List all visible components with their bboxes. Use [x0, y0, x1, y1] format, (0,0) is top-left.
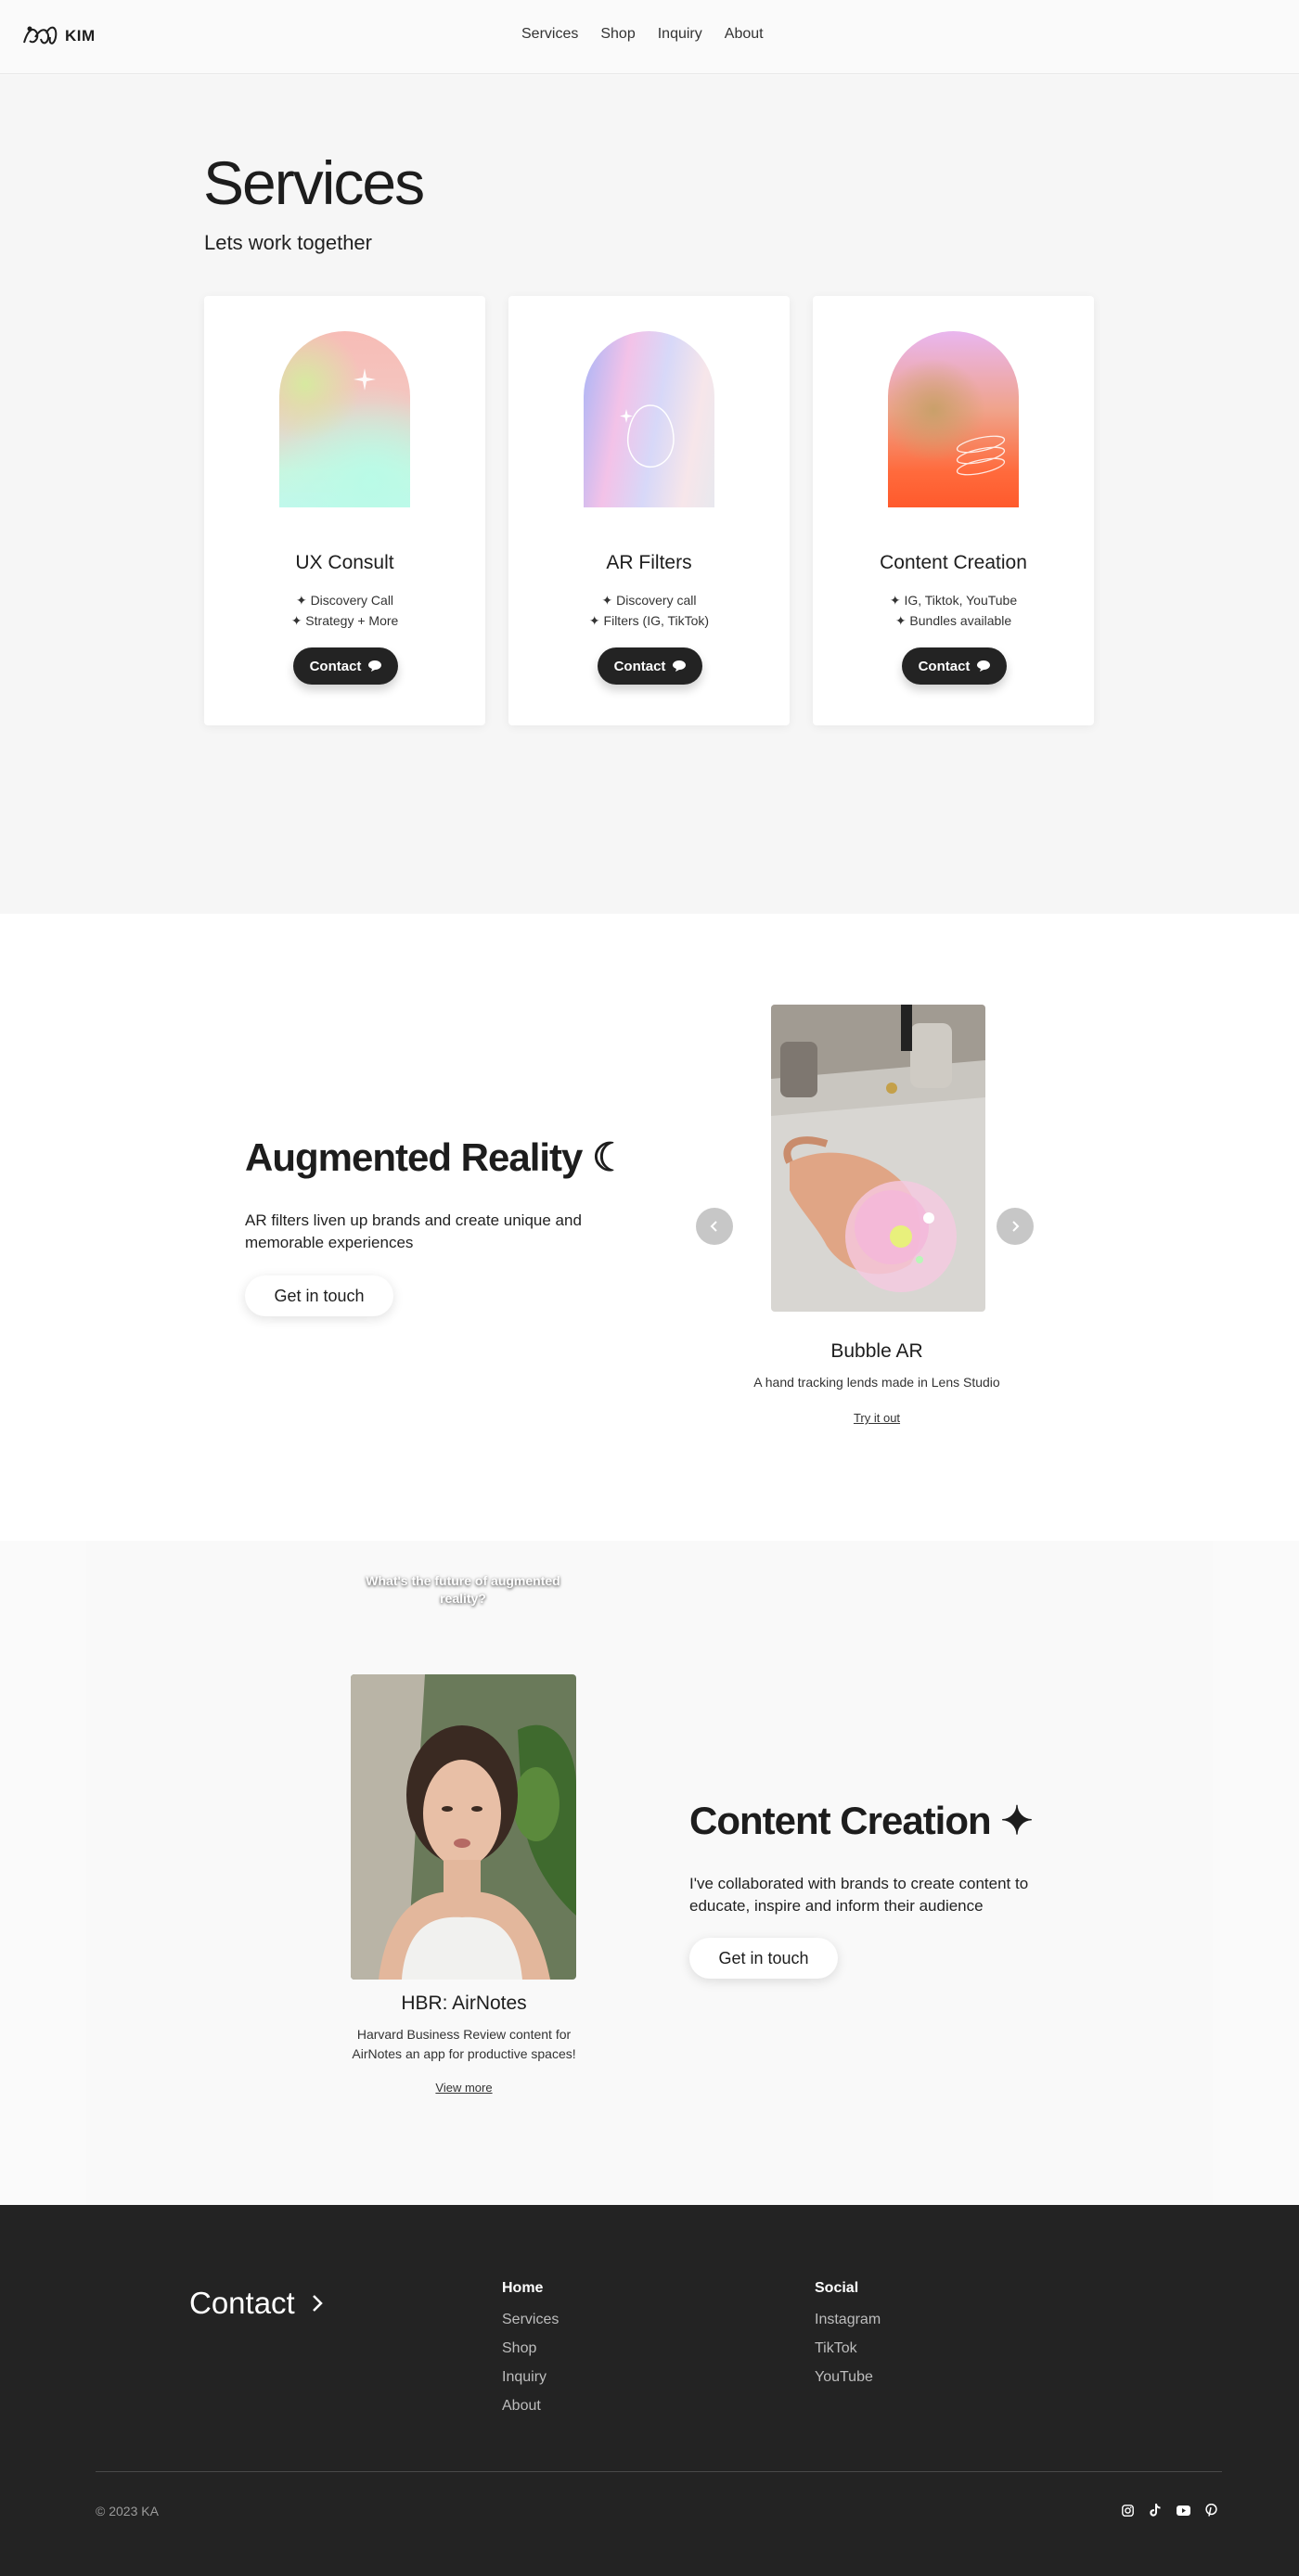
service-card-content: Content Creation ✦ IG, Tiktok, YouTube ✦…: [813, 296, 1094, 725]
ux-gradient-image: [279, 331, 410, 507]
chat-bubble-icon: [368, 660, 382, 672]
hand-ar-scene: [771, 1005, 985, 1312]
main-nav: Services Shop Inquiry About: [521, 26, 764, 43]
ar-description: AR filters liven up brands and create un…: [245, 1211, 582, 1251]
logo-mark-icon: [23, 26, 58, 45]
copyright: © 2023 KA: [96, 2504, 159, 2518]
content-gradient-image: [888, 331, 1019, 507]
footer-contact-link[interactable]: Contact: [189, 2286, 325, 2321]
logo[interactable]: KIM: [20, 20, 96, 52]
ar-gradient-image: [584, 331, 714, 507]
contact-button-label: Contact: [918, 658, 971, 674]
site-footer: Contact Home Services Shop Inquiry About…: [0, 2205, 1299, 2576]
nav-shop[interactable]: Shop: [600, 26, 635, 43]
carousel-next-button[interactable]: [997, 1208, 1034, 1245]
footer-home-heading: Home: [502, 2280, 544, 2296]
footer-link-tiktok[interactable]: TikTok: [815, 2340, 881, 2357]
footer-link-instagram[interactable]: Instagram: [815, 2312, 881, 2328]
footer-social-column: Social Instagram TikTok YouTube: [815, 2280, 881, 2398]
card-title: Content Creation: [880, 552, 1027, 573]
nav-inquiry[interactable]: Inquiry: [658, 26, 702, 43]
ar-video-thumbnail[interactable]: [771, 1005, 985, 1312]
try-it-out-link[interactable]: Try it out: [691, 1411, 1062, 1425]
service-card-ux: UX Consult ✦ Discovery Call ✦ Strategy +…: [204, 296, 485, 725]
get-in-touch-button[interactable]: Get in touch: [245, 1275, 393, 1316]
card-feature: ✦ IG, Tiktok, YouTube: [889, 593, 1018, 608]
footer-link-services[interactable]: Services: [502, 2312, 559, 2328]
chevron-right-icon: [312, 2295, 323, 2312]
social-icons: [1120, 2503, 1218, 2518]
nav-about[interactable]: About: [725, 26, 764, 43]
footer-link-about[interactable]: About: [502, 2398, 559, 2415]
coil-icon: [956, 435, 1006, 476]
video-caption: What's the future of augmented reality?: [366, 1573, 560, 1606]
chat-bubble-icon: [673, 660, 687, 672]
card-feature: ✦ Filters (IG, TikTok): [588, 613, 710, 628]
card-title: AR Filters: [606, 552, 692, 573]
footer-divider: [96, 2471, 1222, 2472]
view-more-link[interactable]: View more: [278, 2081, 650, 2095]
card-feature: ✦ Strategy + More: [290, 613, 399, 628]
egg-sparkle-icon: [620, 404, 675, 468]
page-title: Services: [203, 148, 425, 217]
footer-link-shop[interactable]: Shop: [502, 2340, 559, 2357]
sparkle-icon: [354, 368, 376, 391]
cc-item-description: Harvard Business Review content for AirN…: [352, 2027, 576, 2061]
card-feature: ✦ Bundles available: [894, 613, 1012, 628]
card-feature: ✦ Discovery call: [601, 593, 697, 608]
contact-button[interactable]: Contact: [293, 647, 398, 685]
site-header: KIM Services Shop Inquiry About: [0, 0, 1299, 74]
logo-text: KIM: [65, 27, 96, 45]
cc-video-thumbnail[interactable]: [351, 1674, 576, 1980]
footer-social-heading: Social: [815, 2280, 859, 2296]
footer-link-inquiry[interactable]: Inquiry: [502, 2369, 559, 2386]
contact-button-label: Contact: [613, 658, 666, 674]
contact-button[interactable]: Contact: [598, 647, 702, 685]
page-subtitle: Lets work together: [204, 231, 372, 254]
tiktok-icon[interactable]: [1148, 2503, 1163, 2518]
instagram-icon[interactable]: [1120, 2503, 1135, 2518]
footer-home-column: Home Services Shop Inquiry About: [502, 2280, 559, 2427]
cc-description: I've collaborated with brands to create …: [689, 1875, 1029, 1915]
card-feature: ✦ Discovery Call: [295, 593, 394, 608]
contact-button[interactable]: Contact: [902, 647, 1007, 685]
cc-item-title: HBR: AirNotes: [401, 1993, 527, 2014]
portrait-scene: [351, 1674, 576, 1980]
chevron-right-icon: [1012, 1221, 1020, 1232]
service-card-ar: AR Filters ✦ Discovery call ✦ Filters (I…: [508, 296, 790, 725]
pinterest-icon[interactable]: [1203, 2503, 1218, 2518]
youtube-icon[interactable]: [1176, 2503, 1190, 2518]
chevron-left-icon: [710, 1221, 717, 1232]
content-creation-section: What's the future of augmented reality? …: [86, 1541, 1213, 2205]
ar-heading: Augmented Reality ☾: [245, 1135, 627, 1179]
get-in-touch-button[interactable]: Get in touch: [689, 1938, 838, 1979]
chat-bubble-icon: [977, 660, 991, 672]
nav-services[interactable]: Services: [521, 26, 578, 43]
cc-heading: Content Creation ✦: [689, 1799, 1034, 1842]
footer-contact-label: Contact: [189, 2286, 295, 2320]
services-section: Services Lets work together UX Consult ✦…: [0, 75, 1299, 914]
footer-link-youtube[interactable]: YouTube: [815, 2369, 881, 2386]
card-title: UX Consult: [295, 552, 394, 573]
ar-item-description: A hand tracking lends made in Lens Studi…: [753, 1375, 1000, 1390]
ar-section: Augmented Reality ☾ AR filters liven up …: [0, 914, 1299, 1541]
carousel-prev-button[interactable]: [696, 1208, 733, 1245]
ar-item-title: Bubble AR: [830, 1340, 923, 1362]
contact-button-label: Contact: [309, 658, 362, 674]
